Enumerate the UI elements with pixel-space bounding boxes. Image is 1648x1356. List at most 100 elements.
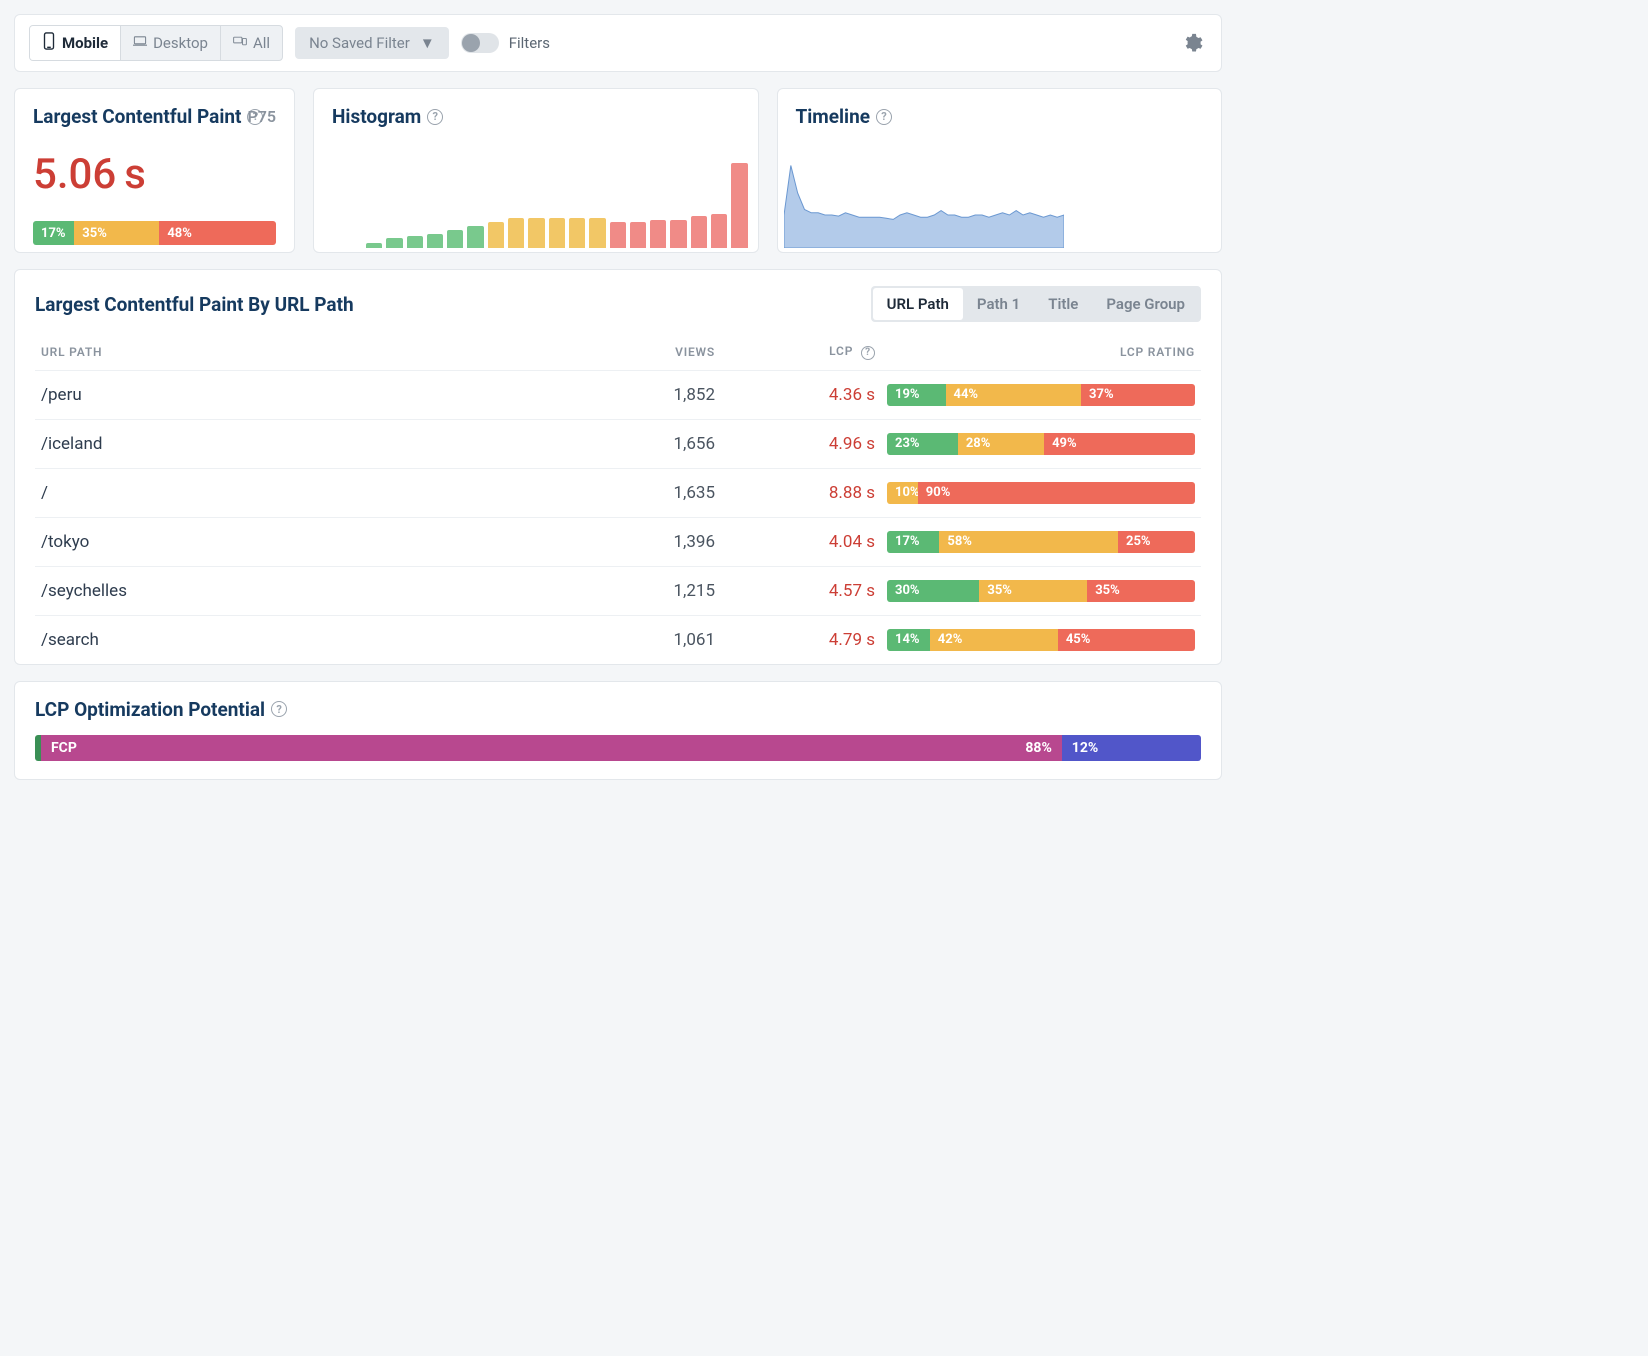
rating-ni: 10% <box>887 482 918 504</box>
rating-poor: 45% <box>1058 629 1195 651</box>
settings-button[interactable] <box>1177 28 1207 58</box>
cell-path: /peru <box>35 370 601 419</box>
cell-views: 1,215 <box>601 566 721 615</box>
groupby-tab-page-group[interactable]: Page Group <box>1092 288 1199 320</box>
percentile-badge: P75 <box>247 107 276 126</box>
rating-good: 17% <box>887 531 939 553</box>
rating-good: 23% <box>887 433 958 455</box>
col-rating[interactable]: LCP RATING <box>881 334 1201 370</box>
cell-rating: 14%42%45% <box>881 615 1201 664</box>
cell-rating: 17%58%25% <box>881 517 1201 566</box>
device-tab-all[interactable]: All <box>221 26 282 60</box>
histogram-bar <box>691 216 707 248</box>
rating-poor: 25% <box>1118 531 1195 553</box>
histogram-bar <box>711 214 727 248</box>
filter-bar: MobileDesktopAll No Saved Filter ▼ Filte… <box>14 14 1222 72</box>
rating-poor: 48% <box>159 221 276 245</box>
opt-seg-fcp: FCP88% <box>41 735 1062 761</box>
rating-poor: 90% <box>918 482 1195 504</box>
opt-seg-rest: 12% <box>1062 735 1201 761</box>
rating-poor: 37% <box>1081 384 1195 406</box>
cell-views: 1,635 <box>601 468 721 517</box>
groupby-tab-url-path[interactable]: URL Path <box>873 288 963 320</box>
lcp-value: 5.06 s <box>33 150 276 199</box>
rating-good: 30% <box>887 580 979 602</box>
groupby-tab-title[interactable]: Title <box>1034 288 1092 320</box>
histogram-bar <box>569 218 585 248</box>
device-icon <box>233 32 247 54</box>
optimization-title: LCP Optimization Potential ? <box>35 698 287 721</box>
device-tab-mobile[interactable]: Mobile <box>30 26 121 60</box>
cell-lcp: 4.36 s <box>721 370 881 419</box>
table-row[interactable]: / 1,635 8.88 s 10%90% <box>35 468 1201 517</box>
cell-path: / <box>35 468 601 517</box>
histogram-card: Histogram ? <box>313 88 759 253</box>
help-icon[interactable]: ? <box>427 109 443 125</box>
cell-lcp: 4.57 s <box>721 566 881 615</box>
col-path[interactable]: URL PATH <box>35 334 601 370</box>
rating-ni: 42% <box>930 629 1058 651</box>
groupby-tab-path-1[interactable]: Path 1 <box>963 288 1034 320</box>
histogram-bar <box>386 238 402 248</box>
rating-ni: 35% <box>74 221 159 245</box>
cell-lcp: 4.04 s <box>721 517 881 566</box>
histogram-bar <box>488 222 504 248</box>
rating-ni: 58% <box>939 531 1118 553</box>
timeline-title: Timeline ? <box>796 105 893 128</box>
histogram-bar <box>427 234 443 248</box>
rating-ni: 44% <box>946 384 1082 406</box>
cell-rating: 19%44%37% <box>881 370 1201 419</box>
col-lcp[interactable]: LCP ? <box>721 334 881 370</box>
rating-poor: 35% <box>1087 580 1195 602</box>
cell-rating: 23%28%49% <box>881 419 1201 468</box>
chevron-down-icon: ▼ <box>420 34 435 52</box>
col-views[interactable]: VIEWS <box>601 334 721 370</box>
help-icon[interactable]: ? <box>861 346 875 360</box>
histogram-bar <box>670 220 686 248</box>
histogram-bar <box>731 163 747 248</box>
rating-good: 19% <box>887 384 946 406</box>
table-row[interactable]: /search 1,061 4.79 s 14%42%45% <box>35 615 1201 664</box>
help-icon[interactable]: ? <box>876 109 892 125</box>
histogram-bar <box>610 222 626 248</box>
cell-views: 1,396 <box>601 517 721 566</box>
rating-good: 14% <box>887 629 930 651</box>
help-icon[interactable]: ? <box>271 701 287 717</box>
table-row[interactable]: /iceland 1,656 4.96 s 23%28%49% <box>35 419 1201 468</box>
lcp-rating-bar: 17%35%48% <box>33 221 276 245</box>
lcp-by-url-card: Largest Contentful Paint By URL Path URL… <box>14 269 1222 665</box>
saved-filter-dropdown[interactable]: No Saved Filter ▼ <box>295 27 449 59</box>
rating-ni: 28% <box>958 433 1044 455</box>
table-row[interactable]: /tokyo 1,396 4.04 s 17%58%25% <box>35 517 1201 566</box>
rating-ni: 35% <box>979 580 1087 602</box>
cell-path: /search <box>35 615 601 664</box>
cell-path: /iceland <box>35 419 601 468</box>
device-tab-desktop[interactable]: Desktop <box>121 26 221 60</box>
histogram-bar <box>589 218 605 248</box>
lcp-summary-card: Largest Contentful Paint ? P75 5.06 s 17… <box>14 88 295 253</box>
lcp-optimization-card: LCP Optimization Potential ? FCP88% 12% <box>14 681 1222 780</box>
histogram-bar <box>549 218 565 248</box>
optimization-bar: FCP88% 12% <box>35 735 1201 761</box>
table-row[interactable]: /seychelles 1,215 4.57 s 30%35%35% <box>35 566 1201 615</box>
rating-poor: 49% <box>1044 433 1195 455</box>
device-segmented: MobileDesktopAll <box>29 25 283 61</box>
timeline-card: Timeline ? <box>777 88 1223 253</box>
gear-icon <box>1181 32 1203 54</box>
table-row[interactable]: /peru 1,852 4.36 s 19%44%37% <box>35 370 1201 419</box>
device-icon <box>42 32 56 54</box>
histogram-bar <box>650 220 666 248</box>
cell-lcp: 8.88 s <box>721 468 881 517</box>
table-title: Largest Contentful Paint By URL Path <box>35 293 354 316</box>
histogram-bar <box>528 218 544 248</box>
rating-good: 17% <box>33 221 74 245</box>
filters-toggle[interactable] <box>461 33 499 53</box>
cell-path: /tokyo <box>35 517 601 566</box>
histogram-title: Histogram ? <box>332 105 443 128</box>
histogram-bar <box>508 218 524 248</box>
histogram-bar <box>366 243 382 248</box>
histogram-chart <box>366 158 748 248</box>
cell-rating: 30%35%35% <box>881 566 1201 615</box>
cell-rating: 10%90% <box>881 468 1201 517</box>
saved-filter-label: No Saved Filter <box>309 34 410 52</box>
